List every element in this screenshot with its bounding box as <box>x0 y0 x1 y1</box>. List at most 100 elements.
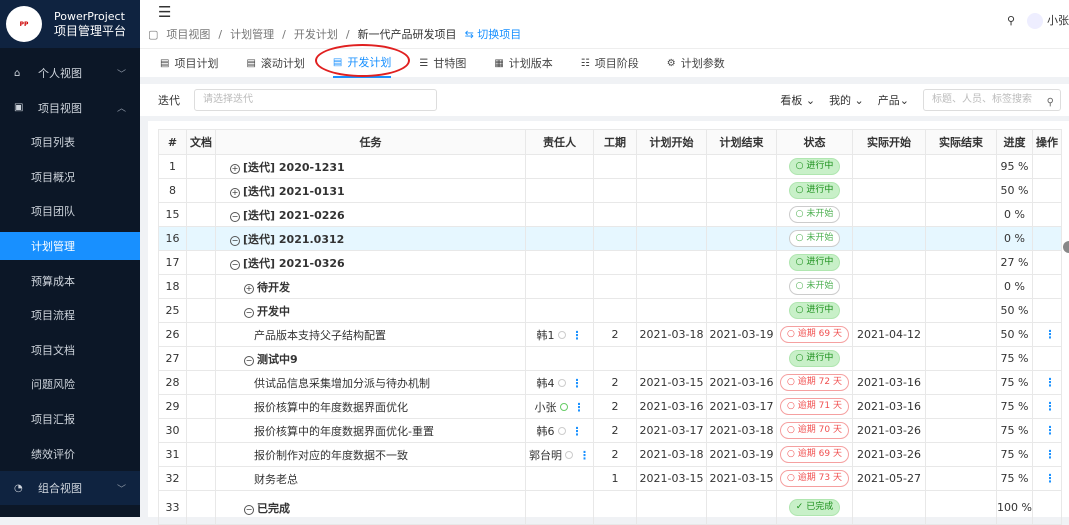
search-icon[interactable]: ⚲ <box>1047 93 1054 113</box>
plan-table: # 文档 任务 责任人 工期 计划开始 计划结束 状态 实际开始 实际结束 进度 操作 1 + [迭代]… <box>158 129 1062 525</box>
switch-project-link[interactable]: ⇆ 切换项目 <box>465 26 522 42</box>
table-row[interactable]: 15 − [迭代] 2021-0226 ○ 未开始 0 % <box>158 202 1062 227</box>
more-icon[interactable]: ⋮ <box>1045 424 1056 437</box>
actual-end-cell <box>925 178 997 203</box>
task-cell[interactable]: − [迭代] 2021-0326 <box>215 250 526 275</box>
sidebar-item-12[interactable]: ◔ 组合视图 ﹀ <box>0 471 140 506</box>
sidebar-item-9[interactable]: 问题风险 <box>0 367 140 401</box>
more-icon[interactable]: ⋮ <box>1045 472 1056 485</box>
collapse-icon[interactable]: − <box>230 259 240 270</box>
more-icon[interactable]: ⋮ <box>1045 376 1056 389</box>
more-icon[interactable]: ⋮ <box>1045 448 1056 461</box>
action-cell[interactable]: ⋮ <box>1032 466 1062 491</box>
action-cell[interactable]: ⋮ <box>1032 394 1062 419</box>
task-cell[interactable]: 报价制作对应的年度数据不一致 <box>215 442 526 467</box>
sidebar-item-6[interactable]: 预算成本 <box>0 264 140 298</box>
collapse-icon[interactable]: − <box>230 235 240 246</box>
table-row[interactable]: 16 − [迭代] 2021.0312 ○ 未开始 0 % <box>158 226 1062 251</box>
collapse-icon[interactable]: − <box>244 355 254 366</box>
table-row[interactable]: 31 报价制作对应的年度数据不一致 郭台明 ⋮ 2 2021-03-18 2021… <box>158 442 1062 467</box>
breadcrumb-item[interactable]: 计划管理 <box>230 26 274 42</box>
status-badge: ○ 逾期 70 天 <box>780 422 849 439</box>
column-header: 工期 <box>593 129 637 155</box>
table-row[interactable]: 25 − 开发中 ○ 进行中 50 % <box>158 298 1062 323</box>
tab-5[interactable]: ☷ 项目阶段 <box>581 49 639 78</box>
task-cell[interactable]: − [迭代] 2021.0312 <box>215 226 526 251</box>
more-icon[interactable]: ⋮ <box>574 401 585 414</box>
collapse-icon[interactable]: − <box>230 211 240 222</box>
expand-icon[interactable]: + <box>230 163 240 174</box>
tab-3[interactable]: ☰ 甘特图 <box>419 49 466 78</box>
sidebar-item-1[interactable]: ▣ 项目视图 ︿ <box>0 91 140 125</box>
table-row[interactable]: 27 − 测试中9 ○ 进行中 75 % <box>158 346 1062 371</box>
action-cell[interactable]: ⋮ <box>1032 442 1062 467</box>
task-cell[interactable]: 供试品信息采集增加分派与待办机制 <box>215 370 526 395</box>
sidebar-item-10[interactable]: 项目汇报 <box>0 402 140 436</box>
product-dropdown[interactable]: 产品⌄ <box>878 92 909 108</box>
task-cell[interactable]: + [迭代] 2020-1231 <box>215 154 526 179</box>
scrollbar-handle[interactable] <box>1063 241 1069 253</box>
task-cell[interactable]: + 待开发 <box>215 274 526 299</box>
more-icon[interactable]: ⋮ <box>1045 400 1056 413</box>
tab-1[interactable]: ▤ 滚动计划 <box>246 49 304 78</box>
task-cell[interactable]: − 开发中 <box>215 298 526 323</box>
task-cell[interactable]: 财务老总 <box>215 466 526 491</box>
task-cell[interactable]: − 已完成 <box>215 490 526 525</box>
expand-icon[interactable]: + <box>244 283 254 294</box>
sidebar-item-8[interactable]: 项目文档 <box>0 333 140 367</box>
table-row[interactable]: 32 财务老总 1 2021-03-15 2021-03-15 ○ 逾期 73 … <box>158 466 1062 491</box>
kanban-dropdown[interactable]: 看板 ⌄ <box>780 92 815 108</box>
task-cell[interactable]: − [迭代] 2021-0226 <box>215 202 526 227</box>
tab-4[interactable]: ▦ 计划版本 <box>494 49 552 78</box>
search-input[interactable]: 标题、人员、标签搜索 ⚲ <box>923 89 1061 111</box>
more-icon[interactable]: ⋮ <box>572 329 583 342</box>
more-icon[interactable]: ⋮ <box>1045 328 1056 341</box>
search-icon[interactable]: ⚲ <box>1007 14 1015 27</box>
menu-collapse-icon[interactable]: ☰ <box>158 3 171 21</box>
collapse-icon[interactable]: − <box>244 307 254 318</box>
table-row[interactable]: 28 供试品信息采集增加分派与待办机制 韩4 ⋮ 2 2021-03-15 202… <box>158 370 1062 395</box>
breadcrumb-item[interactable]: 开发计划 <box>294 26 338 42</box>
table-row[interactable]: 29 报价核算中的年度数据界面优化 小张 ⋮ 2 2021-03-16 2021-… <box>158 394 1062 419</box>
task-cell[interactable]: 报价核算中的年度数据界面优化-重置 <box>215 418 526 443</box>
status-cell: ○ 未开始 <box>776 274 853 299</box>
mine-dropdown[interactable]: 我的 ⌄ <box>829 92 864 108</box>
task-cell[interactable]: 报价核算中的年度数据界面优化 <box>215 394 526 419</box>
task-cell[interactable]: 产品版本支持父子结构配置 <box>215 322 526 347</box>
sidebar-item-4[interactable]: 项目团队 <box>0 194 140 228</box>
table-row[interactable]: 33 − 已完成 ✓ 已完成 100 % <box>158 490 1062 525</box>
sidebar-item-label: 项目列表 <box>31 136 75 150</box>
sidebar-item-7[interactable]: 项目流程 <box>0 298 140 332</box>
table-row[interactable]: 18 + 待开发 ○ 未开始 0 % <box>158 274 1062 299</box>
expand-icon[interactable]: + <box>230 187 240 198</box>
action-cell <box>1032 202 1062 227</box>
table-row[interactable]: 8 + [迭代] 2021-0131 ○ 进行中 50 % <box>158 178 1062 203</box>
action-cell[interactable]: ⋮ <box>1032 370 1062 395</box>
action-cell[interactable]: ⋮ <box>1032 322 1062 347</box>
breadcrumb-item[interactable]: 项目视图 <box>166 26 210 42</box>
plan-start-cell <box>636 202 707 227</box>
doc-cell <box>186 250 216 275</box>
action-cell[interactable]: ⋮ <box>1032 418 1062 443</box>
tab-0[interactable]: ▤ 项目计划 <box>160 49 218 78</box>
status-badge: ○ 逾期 72 天 <box>780 374 849 391</box>
tab-6[interactable]: ⚙ 计划参数 <box>667 49 725 78</box>
table-row[interactable]: 1 + [迭代] 2020-1231 ○ 进行中 95 % <box>158 154 1062 179</box>
user-menu[interactable]: 小张 <box>1027 12 1069 29</box>
more-icon[interactable]: ⋮ <box>579 449 590 462</box>
table-row[interactable]: 17 − [迭代] 2021-0326 ○ 进行中 27 % <box>158 250 1062 275</box>
sidebar-item-11[interactable]: 绩效评价 <box>0 437 140 471</box>
task-cell[interactable]: + [迭代] 2021-0131 <box>215 178 526 203</box>
table-row[interactable]: 26 产品版本支持父子结构配置 韩1 ⋮ 2 2021-03-18 2021-03… <box>158 322 1062 347</box>
task-cell[interactable]: − 测试中9 <box>215 346 526 371</box>
sidebar-item-5[interactable]: 计划管理 <box>0 232 140 260</box>
table-row[interactable]: 30 报价核算中的年度数据界面优化-重置 韩6 ⋮ 2 2021-03-17 20… <box>158 418 1062 443</box>
sidebar-item-0[interactable]: ⌂ 个人视图 ﹀ <box>0 56 140 90</box>
sidebar-item-2[interactable]: 项目列表 <box>0 125 140 159</box>
iteration-select[interactable]: 请选择迭代 <box>194 89 437 111</box>
collapse-icon[interactable]: − <box>244 504 254 515</box>
sidebar-item-3[interactable]: 项目概况 <box>0 160 140 194</box>
owner-cell <box>525 490 594 525</box>
more-icon[interactable]: ⋮ <box>572 425 583 438</box>
more-icon[interactable]: ⋮ <box>572 377 583 390</box>
